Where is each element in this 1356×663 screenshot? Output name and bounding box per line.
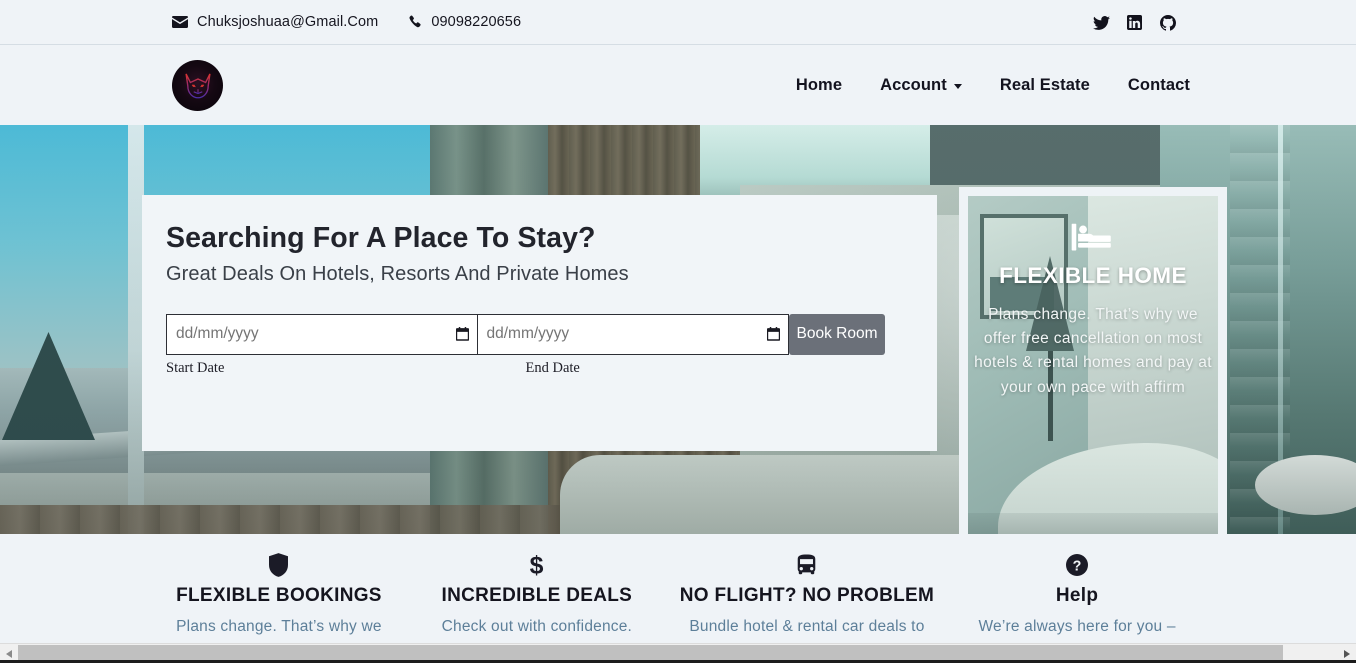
end-date-label: End Date: [525, 359, 580, 376]
book-room-button[interactable]: Book Room: [789, 313, 885, 355]
envelope-icon: [172, 16, 188, 28]
social-links: [1093, 0, 1176, 45]
feature-title: NO FLIGHT? NO PROBLEM: [679, 585, 935, 606]
page-root: Chuksjoshuaa@Gmail.Com 09098220656 Home …: [0, 0, 1356, 663]
feature-title: INCREDIBLE DEALS: [441, 585, 633, 606]
nav-item-account[interactable]: Account: [880, 76, 962, 95]
flexible-home-description: Plans change. That’s why we offer free c…: [974, 306, 1212, 396]
topbar-contact-group: Chuksjoshuaa@Gmail.Com 09098220656: [172, 14, 521, 30]
nav-item-real-estate[interactable]: Real Estate: [1000, 76, 1090, 95]
chevron-down-icon: [953, 84, 962, 89]
top-contact-bar: Chuksjoshuaa@Gmail.Com 09098220656: [0, 0, 1356, 45]
nav-item-home[interactable]: Home: [796, 76, 842, 95]
start-date-input[interactable]: [166, 313, 478, 355]
site-logo[interactable]: [172, 59, 223, 111]
bus-icon: [680, 552, 934, 578]
nav-label-real-estate: Real Estate: [999, 75, 1090, 94]
svg-text:?: ?: [1073, 559, 1082, 575]
flexible-home-card[interactable]: FLEXIBLE HOME Plans change. That’s why w…: [959, 187, 1227, 534]
date-range-row: Book Room: [166, 313, 885, 355]
nav-label-contact: Contact: [1127, 75, 1190, 94]
flexible-home-title: FLEXIBLE HOME: [999, 263, 1187, 288]
main-navigation: Home Account Real Estate Contact: [796, 76, 1190, 95]
shield-icon: [164, 552, 394, 578]
search-panel-subtitle: Great Deals On Hotels, Resorts And Priva…: [166, 262, 629, 285]
feature-title: Help: [1055, 585, 1099, 606]
nav-item-contact[interactable]: Contact: [1128, 76, 1190, 95]
phone-contact[interactable]: 09098220656: [408, 14, 521, 30]
question-circle-icon: ?: [962, 552, 1192, 578]
svg-text:$: $: [530, 552, 544, 578]
logo-animal-face-icon: [184, 73, 211, 99]
phone-text: 09098220656: [431, 14, 522, 30]
nav-label-account: Account: [880, 75, 947, 94]
email-text: Chuksjoshuaa@Gmail.Com: [197, 14, 379, 30]
hero-section: Searching For A Place To Stay? Great Dea…: [0, 125, 1356, 534]
search-panel-title: Searching For A Place To Stay?: [166, 222, 596, 254]
dollar-icon: $: [422, 552, 652, 578]
phone-icon: [408, 15, 422, 29]
twitter-icon[interactable]: [1093, 14, 1110, 31]
search-panel: Searching For A Place To Stay? Great Dea…: [142, 195, 937, 451]
date-labels-row: Start Date End Date: [166, 360, 885, 377]
end-date-input[interactable]: [477, 313, 789, 355]
bed-icon: [974, 222, 1212, 259]
feature-title: FLEXIBLE BOOKINGS: [176, 585, 382, 606]
start-date-field: [166, 313, 478, 355]
linkedin-icon[interactable]: [1126, 14, 1143, 31]
email-contact[interactable]: Chuksjoshuaa@Gmail.Com: [172, 14, 378, 30]
flexible-home-card-inner: FLEXIBLE HOME Plans change. That’s why w…: [968, 196, 1218, 534]
end-date-field: [477, 313, 789, 355]
site-header: Home Account Real Estate Contact: [0, 45, 1356, 125]
nav-label-home: Home: [795, 75, 843, 94]
start-date-label: Start Date: [166, 359, 225, 376]
github-icon[interactable]: [1159, 14, 1176, 31]
